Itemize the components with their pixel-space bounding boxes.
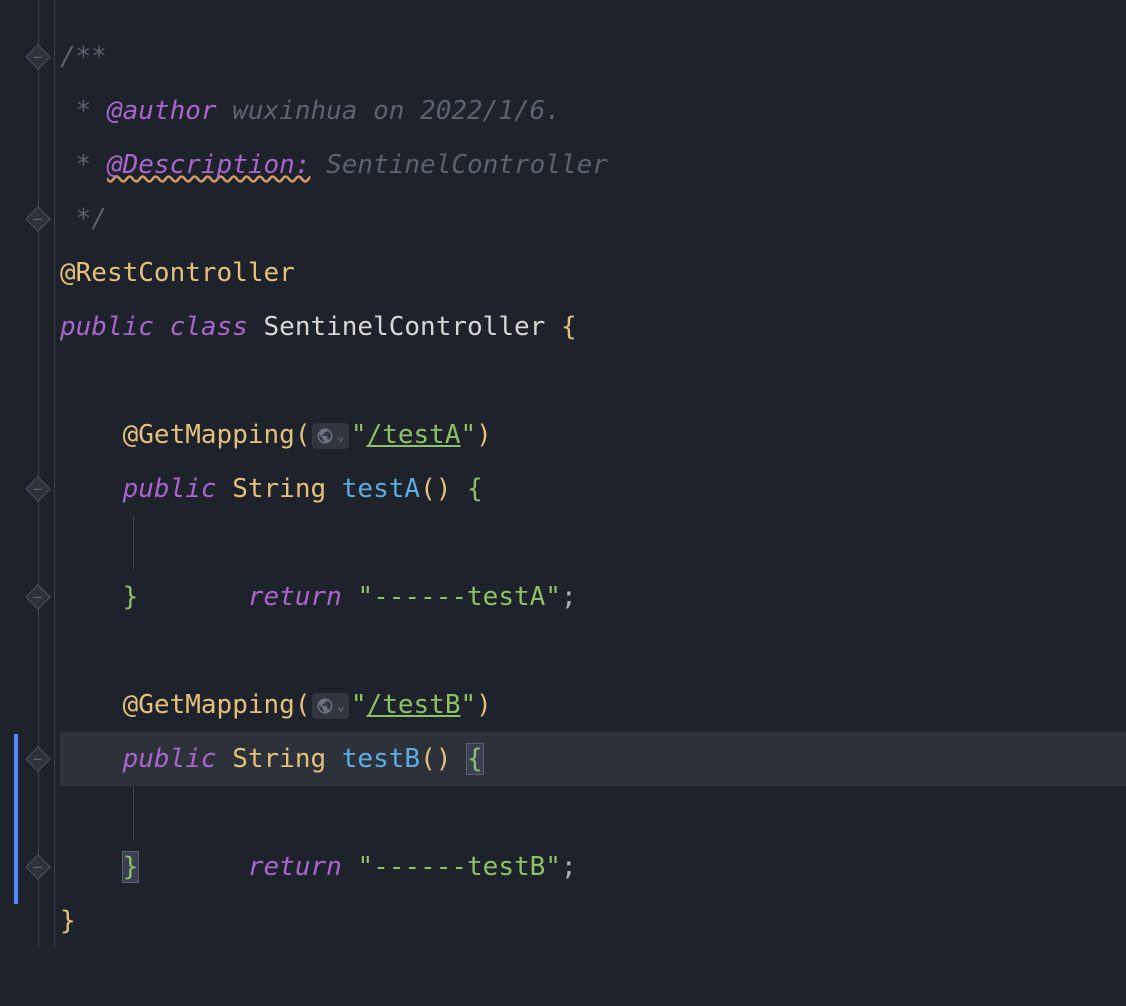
chevron-down-icon: ⌄: [336, 429, 344, 443]
code-line[interactable]: */: [60, 192, 1126, 246]
code-line[interactable]: return "------testA";: [60, 516, 1126, 570]
url-mapping-icon[interactable]: ⌄: [312, 693, 348, 719]
gutter: [0, 0, 55, 948]
code-line[interactable]: }: [60, 894, 1126, 948]
method-testa: testA: [342, 474, 420, 504]
fold-handle[interactable]: [25, 476, 50, 501]
annotation-restcontroller: @RestController: [60, 258, 295, 288]
code-line[interactable]: /**: [60, 30, 1126, 84]
code-line[interactable]: * @Description: SentinelController: [60, 138, 1126, 192]
code-line[interactable]: return "------testB";: [60, 786, 1126, 840]
code-line-current[interactable]: public String testB() {: [60, 732, 1126, 786]
annotation-getmapping: @GetMapping: [123, 420, 295, 450]
url-path-link[interactable]: /testB: [367, 690, 461, 720]
chevron-down-icon: ⌄: [336, 699, 344, 713]
code-line[interactable]: }: [60, 840, 1126, 894]
change-marker: [14, 734, 18, 904]
code-line[interactable]: @GetMapping(⌄"/testA"): [60, 408, 1126, 462]
fold-handle[interactable]: [25, 584, 50, 609]
fold-handle[interactable]: [25, 854, 50, 879]
code-line[interactable]: public class SentinelController {: [60, 300, 1126, 354]
code-line[interactable]: @RestController: [60, 246, 1126, 300]
code-line[interactable]: }: [60, 570, 1126, 624]
code-line[interactable]: * @author wuxinhua on 2022/1/6.: [60, 84, 1126, 138]
fold-handle[interactable]: [25, 746, 50, 771]
method-testb: testB: [342, 744, 420, 774]
bracket-match: {: [467, 744, 483, 774]
code-line[interactable]: [60, 624, 1126, 678]
fold-handle[interactable]: [25, 44, 50, 69]
annotation-getmapping: @GetMapping: [123, 690, 295, 720]
fold-handle[interactable]: [25, 206, 50, 231]
javadoc-description-tag: @Description:: [107, 150, 311, 180]
bracket-match: }: [123, 852, 139, 882]
url-mapping-icon[interactable]: ⌄: [312, 423, 348, 449]
url-path-link[interactable]: /testA: [367, 420, 461, 450]
code-line[interactable]: @GetMapping(⌄"/testB"): [60, 678, 1126, 732]
code-line[interactable]: [60, 354, 1126, 408]
code-line[interactable]: public String testA() {: [60, 462, 1126, 516]
code-editor[interactable]: /** * @author wuxinhua on 2022/1/6. * @D…: [0, 0, 1126, 948]
javadoc-author-tag: @author: [107, 96, 217, 126]
